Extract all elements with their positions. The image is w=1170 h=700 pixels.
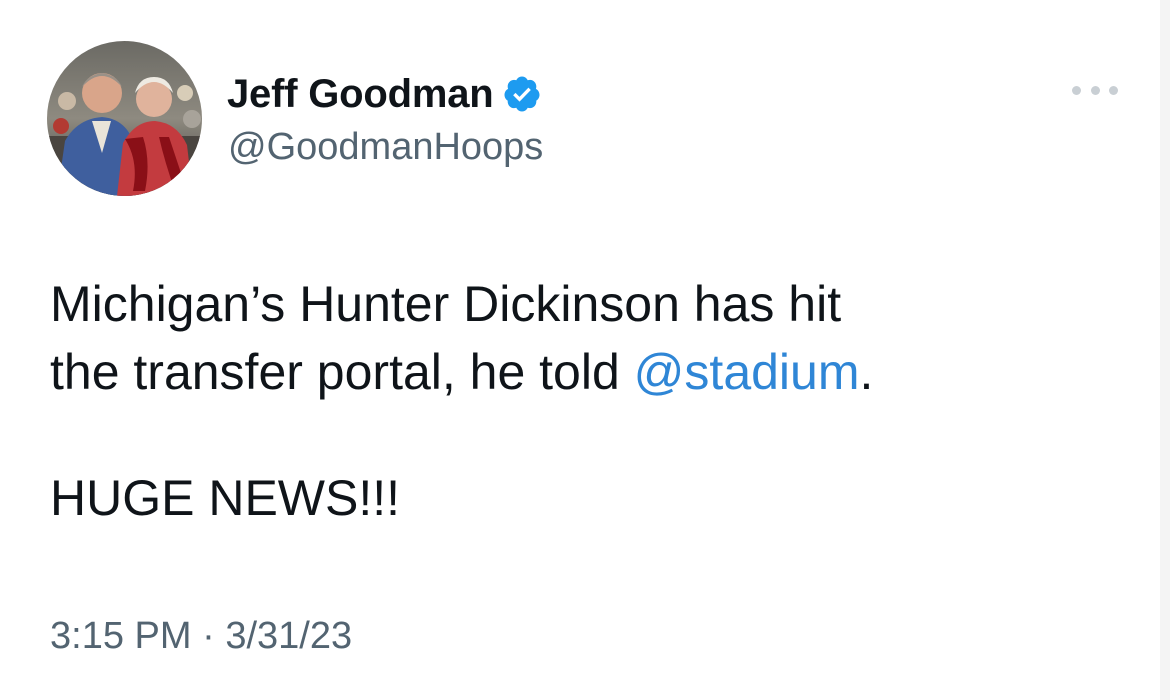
avatar-photo bbox=[47, 41, 202, 196]
more-dot bbox=[1072, 85, 1081, 95]
mention-link[interactable]: @stadium bbox=[634, 344, 860, 400]
author-display-name[interactable]: Jeff Goodman bbox=[227, 70, 494, 118]
tweet-time[interactable]: 3:15 PM bbox=[50, 613, 192, 659]
tweet-text-line-1: Michigan’s Hunter Dickinson has hit bbox=[50, 276, 842, 332]
tweet-text: Michigan’s Hunter Dickinson has hit the … bbox=[50, 270, 1140, 406]
tweet-text-line-2-prefix: the transfer portal, he told bbox=[50, 344, 634, 400]
more-dot bbox=[1090, 85, 1100, 95]
more-dot bbox=[1109, 85, 1118, 95]
tweet-timestamp: 3:15 PM · 3/31/23 bbox=[50, 613, 352, 659]
timestamp-separator: · bbox=[191, 615, 226, 657]
author-name-row[interactable]: Jeff Goodman bbox=[227, 70, 542, 118]
tweet-date[interactable]: 3/31/23 bbox=[225, 613, 352, 659]
scrollbar-track bbox=[1160, 0, 1170, 700]
more-options-icon[interactable] bbox=[1072, 78, 1118, 102]
author-handle[interactable]: @GoodmanHoops bbox=[228, 124, 543, 170]
tweet-text-paragraph-2: HUGE NEWS!!! bbox=[50, 470, 401, 526]
avatar[interactable] bbox=[47, 41, 202, 196]
verified-badge-icon bbox=[504, 76, 540, 112]
tweet-card: Jeff Goodman @GoodmanHoops Michigan’s Hu… bbox=[0, 0, 1170, 700]
tweet-text-line-2: the transfer portal, he told @stadium. bbox=[50, 338, 1140, 406]
tweet-text-line-2-suffix: . bbox=[859, 344, 874, 400]
